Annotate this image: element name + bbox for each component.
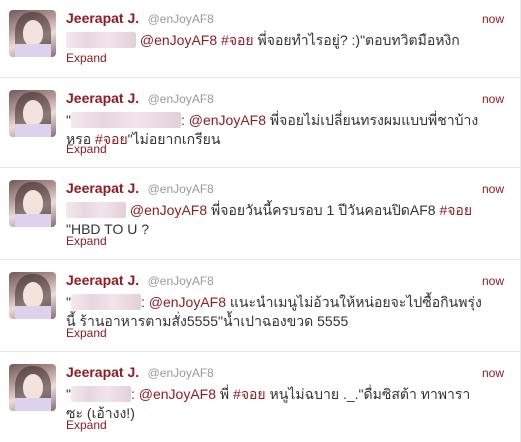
user-name[interactable]: Jeerapat J.: [66, 90, 139, 106]
user-handle[interactable]: @enJoyAF8: [148, 92, 214, 106]
hashtag-link[interactable]: #จอย: [233, 386, 266, 402]
tweet[interactable]: Jeerapat J. @enJoyAF8 now @enJoyAF8 #จอย…: [0, 0, 520, 78]
expand-link[interactable]: Expand: [66, 142, 107, 156]
tweet-text: ": @enJoyAF8 แนะนำเมนูไม่อ้วนให้หน่อยจะไ…: [66, 294, 482, 329]
tweet[interactable]: Jeerapat J. @enJoyAF8 now ": @enJoyAF8 พ…: [0, 352, 520, 442]
mention-link[interactable]: @enJoyAF8: [189, 112, 266, 128]
tweet-header: Jeerapat J. @enJoyAF8: [66, 10, 214, 28]
mention-link[interactable]: @enJoyAF8: [140, 32, 217, 48]
expand-link[interactable]: Expand: [66, 326, 107, 340]
redacted-text: [70, 112, 181, 128]
tweet-header: Jeerapat J. @enJoyAF8: [66, 364, 214, 382]
timestamp[interactable]: now: [482, 92, 504, 106]
user-name[interactable]: Jeerapat J.: [66, 272, 139, 288]
mention-link[interactable]: @enJoyAF8: [139, 386, 216, 402]
expand-link[interactable]: Expand: [66, 234, 107, 248]
tweet-text: @enJoyAF8 #จอย พี่จอยทำไรอยู่? :)"ตอบทวิ…: [66, 31, 486, 50]
redacted-text: [66, 202, 126, 218]
avatar[interactable]: [9, 272, 56, 319]
redacted-text: [70, 386, 131, 402]
timestamp[interactable]: now: [482, 366, 504, 380]
timestamp[interactable]: now: [482, 274, 504, 288]
tweet-text: ": @enJoyAF8 พี่ #จอย หนูไม่ฉบาย ._."ดื่…: [66, 386, 471, 421]
user-name[interactable]: Jeerapat J.: [66, 180, 139, 196]
redacted-text: [70, 294, 141, 310]
user-name[interactable]: Jeerapat J.: [66, 364, 139, 380]
avatar[interactable]: [9, 180, 56, 227]
avatar[interactable]: [9, 364, 56, 411]
tweet-header: Jeerapat J. @enJoyAF8: [66, 180, 214, 198]
timestamp[interactable]: now: [482, 12, 504, 26]
user-handle[interactable]: @enJoyAF8: [148, 366, 214, 380]
user-handle[interactable]: @enJoyAF8: [148, 182, 214, 196]
user-handle[interactable]: @enJoyAF8: [148, 12, 214, 26]
tweet-timeline: Jeerapat J. @enJoyAF8 now @enJoyAF8 #จอย…: [0, 0, 521, 442]
tweet-header: Jeerapat J. @enJoyAF8: [66, 90, 214, 108]
tweet-header: Jeerapat J. @enJoyAF8: [66, 272, 214, 290]
user-handle[interactable]: @enJoyAF8: [148, 274, 214, 288]
hashtag-link[interactable]: #จอย: [221, 32, 254, 48]
expand-link[interactable]: Expand: [66, 51, 107, 65]
timestamp[interactable]: now: [482, 182, 504, 196]
redacted-text: [66, 32, 136, 48]
expand-link[interactable]: Expand: [66, 418, 107, 432]
tweet-text: ": @enJoyAF8 พี่จอยไม่เปลี่ยนทรงผมแบบพี่…: [66, 112, 479, 147]
avatar[interactable]: [9, 90, 56, 137]
mention-link[interactable]: @enJoyAF8: [149, 294, 226, 310]
tweet[interactable]: Jeerapat J. @enJoyAF8 now ": @enJoyAF8 แ…: [0, 260, 520, 352]
hashtag-link[interactable]: #จอย: [439, 202, 472, 218]
avatar[interactable]: [9, 10, 56, 57]
user-name[interactable]: Jeerapat J.: [66, 10, 139, 26]
tweet-text: @enJoyAF8 พี่จอยวันนี้ครบรอบ 1 ปีวันคอนป…: [66, 202, 473, 237]
tweet[interactable]: Jeerapat J. @enJoyAF8 now ": @enJoyAF8 พ…: [0, 78, 520, 168]
tweet[interactable]: Jeerapat J. @enJoyAF8 now @enJoyAF8 พี่จ…: [0, 168, 520, 260]
mention-link[interactable]: @enJoyAF8: [130, 202, 207, 218]
